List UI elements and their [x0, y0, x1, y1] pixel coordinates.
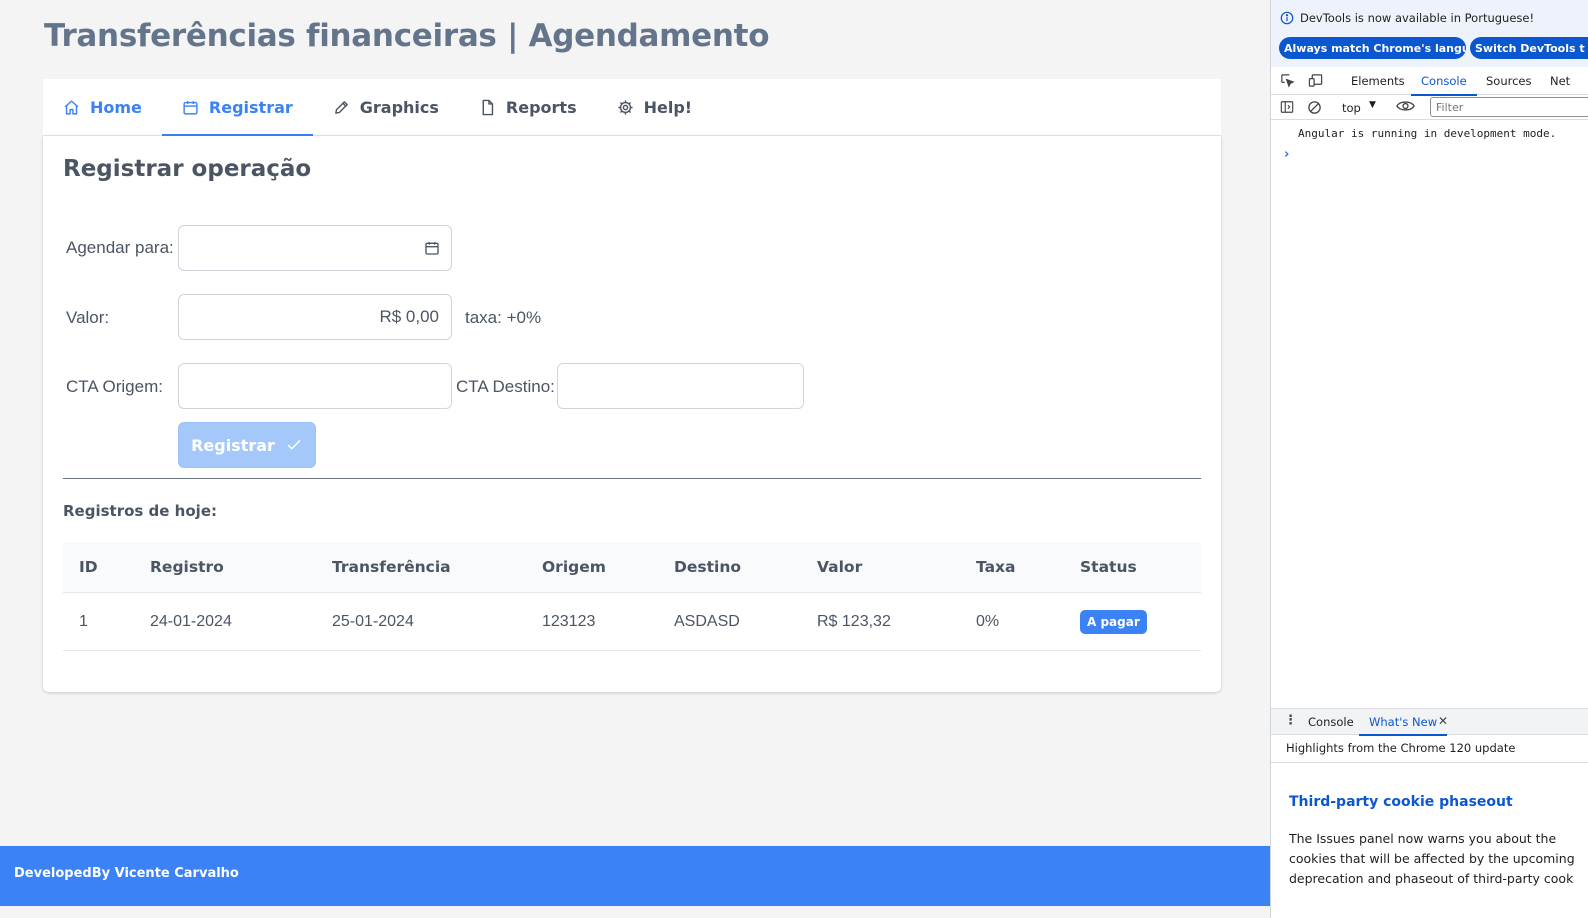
- bottom-strip: [0, 906, 1270, 918]
- whats-new-line: cookies that will be affected by the upc…: [1289, 851, 1575, 866]
- registros-table: ID Registro Transferência Origem Destino…: [63, 542, 1201, 651]
- col-destino-header: Destino: [674, 558, 742, 576]
- tab-graphics-label: Graphics: [359, 97, 439, 117]
- col-id-header: ID: [79, 558, 98, 576]
- col-registro-header: Registro: [150, 558, 224, 576]
- whats-new-line: The Issues panel now warns you about the: [1289, 831, 1557, 846]
- drawer-menu-icon[interactable]: ⋮: [1284, 713, 1297, 728]
- destino-label: CTA Destino:: [456, 377, 555, 396]
- footer: DevelopedBy Vicente Carvalho: [0, 846, 1270, 906]
- drawer-tabs: ⋮ Console What's New ✕: [1271, 708, 1588, 736]
- registros-title: Registros de hoje:: [63, 502, 217, 520]
- col-transferencia-header: Transferência: [332, 558, 451, 576]
- devtools-tab-sources[interactable]: Sources: [1486, 67, 1532, 95]
- banner-text: DevTools is now available in Portuguese!: [1300, 11, 1535, 25]
- devtools-panel: DevTools is now available in Portuguese!…: [1270, 0, 1588, 918]
- tab-help[interactable]: Help!: [597, 79, 712, 135]
- devtools-tabs: Elements Console Sources Net: [1271, 67, 1588, 96]
- whats-new-divider: [1271, 762, 1588, 763]
- valor-label: Valor:: [66, 308, 110, 327]
- sidebar-toggle-icon[interactable]: [1280, 100, 1294, 114]
- col-status-header: Status: [1080, 558, 1137, 576]
- drawer-tab-whats-new[interactable]: What's New: [1358, 709, 1448, 736]
- cta-destino-input[interactable]: [557, 363, 804, 409]
- cell-id: 1: [79, 612, 88, 630]
- form-title: Registrar operação: [63, 156, 312, 182]
- table-header-row: ID Registro Transferência Origem Destino…: [63, 542, 1201, 593]
- col-taxa-header: Taxa: [976, 558, 1016, 576]
- cell-status: A pagar: [1080, 593, 1147, 650]
- info-icon: [1280, 11, 1294, 25]
- whats-new-headline[interactable]: Third-party cookie phaseout: [1289, 794, 1513, 810]
- gear-icon: [617, 99, 634, 116]
- pencil-icon: [333, 99, 350, 116]
- taxa-text: taxa: +0%: [465, 308, 542, 327]
- close-drawer-tab-icon[interactable]: ✕: [1438, 714, 1448, 728]
- tab-help-label: Help!: [643, 97, 693, 117]
- switch-language-button[interactable]: Switch DevTools t: [1470, 37, 1588, 59]
- tab-graphics[interactable]: Graphics: [313, 79, 459, 135]
- status-badge: A pagar: [1080, 609, 1147, 634]
- file-icon: [479, 99, 496, 116]
- section-divider: [63, 478, 1201, 479]
- devtools-language-banner: DevTools is now available in Portuguese!…: [1271, 0, 1588, 67]
- cell-destino: ASDASD: [674, 612, 740, 630]
- console-filter-input[interactable]: [1430, 97, 1588, 117]
- valor-input[interactable]: [178, 294, 452, 340]
- registrar-button[interactable]: Registrar: [178, 422, 316, 468]
- tab-registrar-label: Registrar: [208, 97, 293, 117]
- calendar-picker-icon[interactable]: [424, 240, 440, 256]
- tab-home-label: Home: [90, 97, 142, 117]
- page-title: Transferências financeiras | Agendamento: [44, 18, 770, 54]
- cta-origem-input[interactable]: [178, 363, 452, 409]
- col-valor-header: Valor: [817, 558, 863, 576]
- app-area: Transferências financeiras | Agendamento…: [0, 0, 1270, 918]
- console-prompt-icon[interactable]: ›: [1284, 147, 1289, 162]
- main-tabs: Home Registrar Graphics Reports Help!: [43, 79, 1221, 136]
- footer-credit: DevelopedBy Vicente Carvalho: [14, 866, 239, 881]
- origem-label: CTA Origem:: [66, 377, 163, 396]
- drawer-tab-console[interactable]: Console: [1308, 709, 1354, 735]
- devtools-tab-elements[interactable]: Elements: [1351, 67, 1405, 95]
- check-icon: [285, 436, 303, 454]
- device-toggle-icon[interactable]: [1308, 73, 1324, 88]
- console-message: Angular is running in development mode.: [1298, 127, 1557, 140]
- context-dropdown-icon[interactable]: ▼: [1369, 100, 1376, 110]
- tab-reports-label: Reports: [505, 97, 577, 117]
- cell-origem: 123123: [542, 612, 596, 630]
- tab-reports[interactable]: Reports: [459, 79, 597, 135]
- clear-console-icon[interactable]: [1307, 100, 1322, 115]
- whats-new-subtitle: Highlights from the Chrome 120 update: [1286, 741, 1516, 755]
- tab-registrar[interactable]: Registrar: [161, 79, 313, 136]
- calendar-icon: [182, 99, 199, 116]
- agendar-label: Agendar para:: [66, 238, 174, 257]
- cell-transferencia: 25-01-2024: [332, 612, 414, 630]
- banner-message: DevTools is now available in Portuguese!: [1280, 11, 1534, 25]
- match-language-button[interactable]: Always match Chrome's language: [1279, 37, 1466, 59]
- live-expression-eye-icon[interactable]: [1396, 99, 1415, 113]
- registrar-button-label: Registrar: [191, 435, 275, 455]
- whats-new-line: deprecation and phaseout of third-party …: [1289, 871, 1574, 886]
- col-origem-header: Origem: [542, 558, 606, 576]
- console-toolbar: top ▼: [1271, 95, 1588, 120]
- table-row[interactable]: 1 24-01-2024 25-01-2024 123123 ASDASD R$…: [63, 593, 1201, 651]
- cell-valor: R$ 123,32: [817, 612, 891, 630]
- devtools-tab-network[interactable]: Net: [1550, 67, 1570, 95]
- inspect-icon[interactable]: [1280, 73, 1295, 88]
- home-icon: [63, 99, 80, 116]
- whats-new-body: The Issues panel now warns you about the…: [1289, 829, 1588, 889]
- cell-registro: 24-01-2024: [150, 612, 232, 630]
- agendar-date-input[interactable]: [178, 225, 452, 271]
- cell-taxa: 0%: [976, 612, 1000, 630]
- register-card: Registrar operação Agendar para: Valor: …: [43, 136, 1221, 692]
- devtools-tab-console[interactable]: Console: [1411, 67, 1477, 96]
- tab-home[interactable]: Home: [43, 79, 162, 135]
- context-select[interactable]: top: [1342, 101, 1361, 115]
